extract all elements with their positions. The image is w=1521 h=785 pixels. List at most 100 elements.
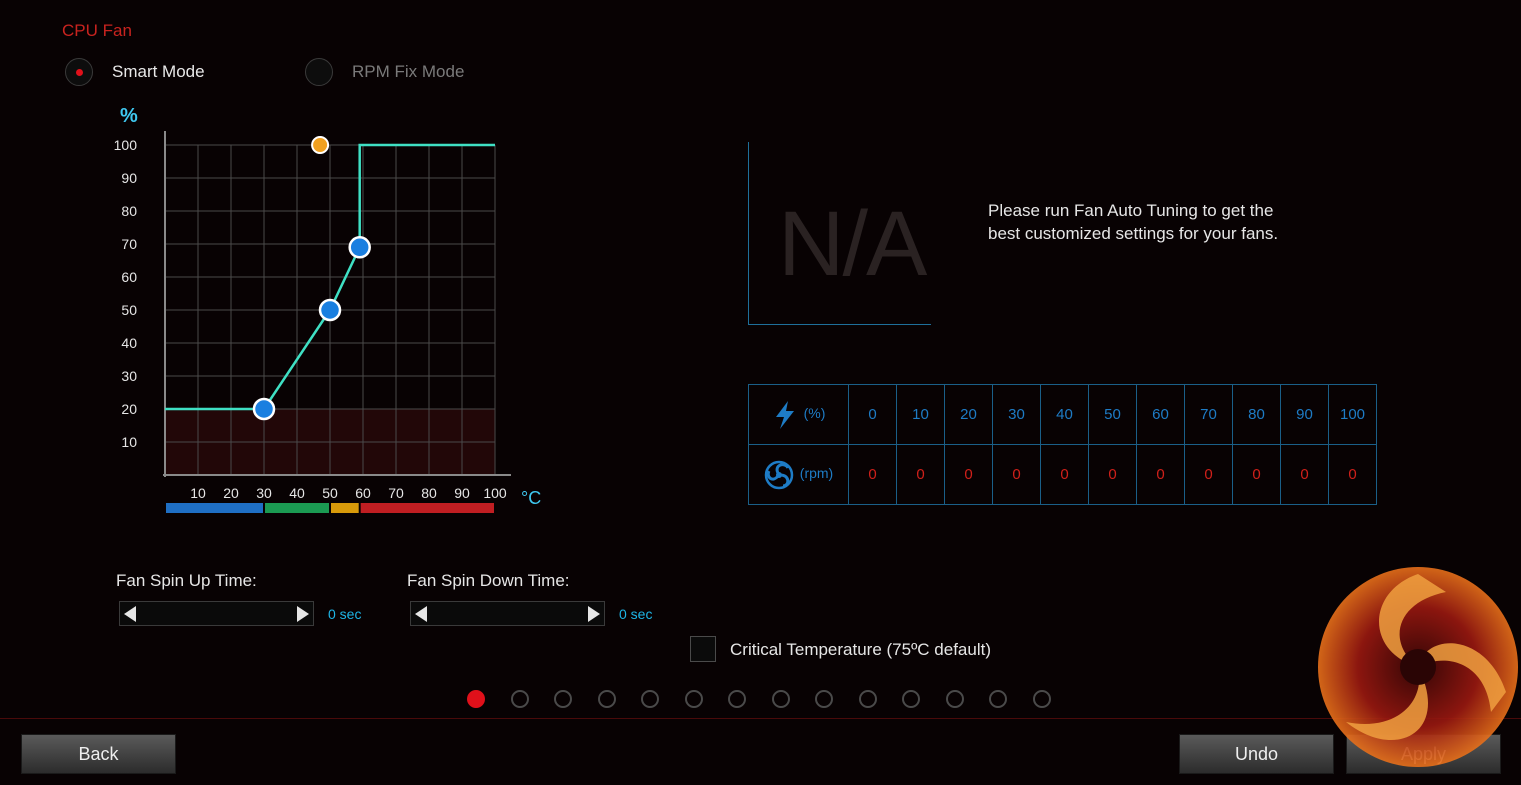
rpm-cell: 0 xyxy=(992,444,1041,505)
y-tick-label: 80 xyxy=(121,203,137,219)
temperature-band xyxy=(331,503,359,513)
percent-cell: 90 xyxy=(1280,384,1329,445)
page-dot[interactable] xyxy=(858,690,877,708)
rpm-fix-mode-label[interactable]: RPM Fix Mode xyxy=(352,62,464,82)
percent-cell: 70 xyxy=(1184,384,1233,445)
spin-up-label: Fan Spin Up Time: xyxy=(116,571,257,590)
fan-curve-graph[interactable]: 100 90 80 70 60 50 40 30 20 10 10 20 30 40 50 60 70 80 90… xyxy=(100,100,560,525)
y-tick-label: 20 xyxy=(121,401,137,417)
x-tick-label: 50 xyxy=(322,485,338,501)
y-tick-label: 30 xyxy=(121,368,137,384)
rpm-fix-mode-radio[interactable] xyxy=(305,58,333,86)
page-dot[interactable] xyxy=(641,690,659,708)
slider-right-arrow-icon[interactable] xyxy=(588,606,600,622)
rpm-cell: 0 xyxy=(1232,444,1281,505)
rpm-cell: 0 xyxy=(1136,444,1185,505)
y-tick-label: 100 xyxy=(114,137,138,153)
slider-left-arrow-icon[interactable] xyxy=(415,606,427,622)
x-tick-label: 40 xyxy=(289,485,305,501)
x-tick-label: 60 xyxy=(355,485,371,501)
curve-control-point[interactable] xyxy=(318,298,342,322)
y-tick-label: 50 xyxy=(121,302,137,318)
rpm-cell: 0 xyxy=(1280,444,1329,505)
radio-selected-dot xyxy=(76,69,83,76)
y-axis-unit: % xyxy=(120,105,138,127)
x-tick-label: 20 xyxy=(223,485,239,501)
rpm-cell: 0 xyxy=(1040,444,1089,505)
percent-cell: 50 xyxy=(1088,384,1137,445)
page-dot[interactable] xyxy=(510,690,529,708)
page-dot[interactable] xyxy=(554,690,572,708)
page-dot[interactable] xyxy=(771,690,790,708)
page-dot[interactable] xyxy=(815,690,833,708)
percent-cell: 40 xyxy=(1040,384,1089,445)
page-dot[interactable] xyxy=(597,690,616,708)
y-tick-label: 60 xyxy=(121,269,137,285)
rpm-cell: 0 xyxy=(1184,444,1233,505)
watermark-logo xyxy=(1318,567,1518,767)
spin-up-slider[interactable] xyxy=(119,601,314,626)
spin-down-label: Fan Spin Down Time: xyxy=(407,571,570,590)
undo-button[interactable]: Undo xyxy=(1179,734,1334,774)
y-tick-label: 10 xyxy=(121,434,137,450)
page-dot[interactable] xyxy=(1032,690,1051,708)
critical-temperature-checkbox[interactable] xyxy=(690,636,716,662)
slider-left-arrow-icon[interactable] xyxy=(124,606,136,622)
divider xyxy=(0,718,1521,719)
temperature-band xyxy=(265,503,329,513)
x-tick-label: 90 xyxy=(454,485,470,501)
percent-row: (%) 0 10 20 30 40 50 60 70 80 90 100 xyxy=(748,384,1377,445)
page-dot[interactable] xyxy=(684,690,703,708)
spin-down-value: 0 sec xyxy=(619,606,653,622)
max-temp-marker xyxy=(311,136,330,154)
curve-control-point[interactable] xyxy=(348,236,371,259)
rpm-unit: (rpm) xyxy=(799,465,834,482)
percent-cell: 30 xyxy=(992,384,1041,445)
fan-icon xyxy=(764,460,794,489)
smart-mode-radio[interactable] xyxy=(65,58,93,86)
x-tick-label: 10 xyxy=(190,485,206,501)
rpm-header: (rpm) xyxy=(748,444,849,505)
percent-cell: 20 xyxy=(944,384,993,445)
back-button[interactable]: Back xyxy=(21,734,176,774)
rpm-row: (rpm) 0 0 0 0 0 0 0 0 0 0 0 xyxy=(748,444,1377,505)
fan-rpm-table: (%) 0 10 20 30 40 50 60 70 80 90 100 (rp… xyxy=(748,384,1377,505)
page-dot[interactable] xyxy=(467,690,485,708)
curve-control-point[interactable] xyxy=(252,397,276,421)
x-tick-label: 30 xyxy=(256,485,272,501)
rpm-cell: 0 xyxy=(848,444,897,505)
rpm-cell: 0 xyxy=(1088,444,1137,505)
rpm-cell: 0 xyxy=(944,444,993,505)
critical-temperature-label[interactable]: Critical Temperature (75ºC default) xyxy=(730,640,991,660)
percent-cell: 10 xyxy=(896,384,945,445)
percent-cell: 100 xyxy=(1328,384,1377,445)
page-dot[interactable] xyxy=(989,690,1007,708)
x-axis-unit: °C xyxy=(521,488,541,508)
spin-up-value: 0 sec xyxy=(328,606,362,622)
auto-tuning-message: Please run Fan Auto Tuning to get the be… xyxy=(988,201,1279,243)
spin-down-slider[interactable] xyxy=(410,601,605,626)
percent-header: (%) xyxy=(748,384,849,445)
rpm-cell: 0 xyxy=(896,444,945,505)
rpm-cell: 0 xyxy=(1328,444,1377,505)
temperature-band xyxy=(166,503,263,513)
y-tick-label: 70 xyxy=(121,236,137,252)
smart-mode-label[interactable]: Smart Mode xyxy=(112,62,205,82)
page-indicator xyxy=(467,690,1067,710)
page-dot[interactable] xyxy=(945,690,964,708)
percent-cell: 0 xyxy=(848,384,897,445)
percent-unit: (%) xyxy=(803,405,826,422)
page-dot[interactable] xyxy=(728,690,746,708)
lightning-icon xyxy=(775,400,794,429)
fan-title: CPU Fan xyxy=(62,21,132,40)
temperature-band xyxy=(360,503,494,513)
percent-cell: 60 xyxy=(1136,384,1185,445)
x-tick-label: 80 xyxy=(421,485,437,501)
percent-cell: 80 xyxy=(1232,384,1281,445)
x-tick-label: 70 xyxy=(388,485,404,501)
y-tick-label: 90 xyxy=(121,170,137,186)
slider-right-arrow-icon[interactable] xyxy=(297,606,309,622)
x-tick-label: 100 xyxy=(483,485,507,501)
na-indicator: N/A xyxy=(778,193,927,295)
page-dot[interactable] xyxy=(902,690,920,708)
